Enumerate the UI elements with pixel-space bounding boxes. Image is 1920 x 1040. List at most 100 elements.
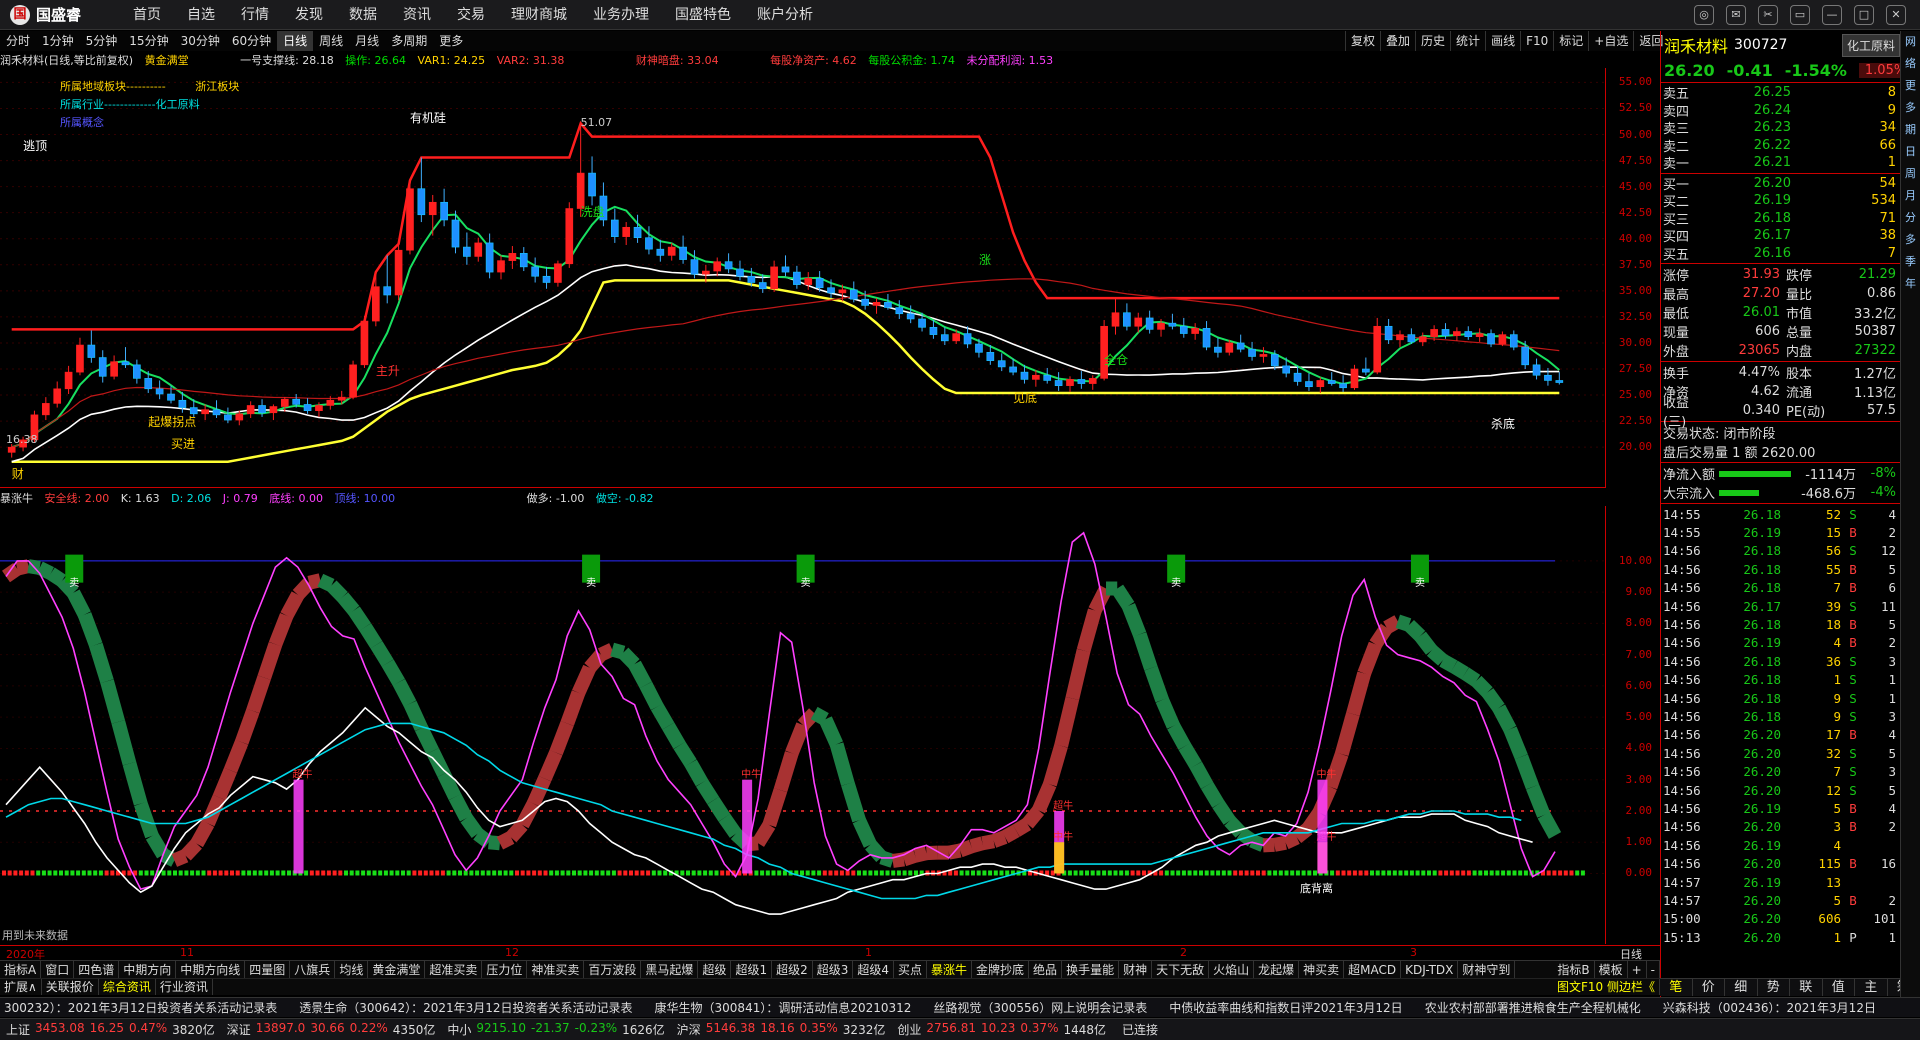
timeframe-4[interactable]: 30分钟 (175, 31, 226, 51)
quote-tab-6[interactable]: 主 (1855, 979, 1888, 996)
indicator-tab-14[interactable]: 超级 (698, 961, 732, 978)
indicator-tab-21[interactable]: 金牌抄底 (972, 961, 1030, 978)
bid-row[interactable]: 买四 26.17 38 (1661, 227, 1900, 245)
indicator-tab-25[interactable]: 天下无敌 (1152, 961, 1210, 978)
side-button-9[interactable]: 多 (1901, 229, 1920, 251)
tool-button-1[interactable]: 叠加 (1380, 31, 1415, 51)
index-quote[interactable]: 深证 13897.0 30.66 0.22% 4350亿 (221, 1021, 442, 1038)
tool-button-2[interactable]: 历史 (1415, 31, 1450, 51)
tool-button-6[interactable]: 标记 (1553, 31, 1588, 51)
info-tab-2[interactable]: 综合资讯 (99, 979, 156, 995)
side-button-11[interactable]: 年 (1901, 273, 1920, 295)
indicator-tab-8[interactable]: 黄金满堂 (368, 961, 426, 978)
screen-icon[interactable]: ▭ (1790, 4, 1810, 25)
side-button-8[interactable]: 分 (1901, 207, 1920, 229)
tools-icon[interactable]: ✂ (1758, 4, 1778, 25)
menu-item-1[interactable]: 自选 (174, 0, 228, 30)
side-button-4[interactable]: 期 (1901, 119, 1920, 141)
indicator-tab-17[interactable]: 超级3 (813, 961, 854, 978)
tab-control-0[interactable]: 指标B (1553, 961, 1595, 978)
tool-button-0[interactable]: 复权 (1345, 31, 1380, 51)
menu-item-8[interactable]: 业务办理 (580, 0, 662, 30)
timeframe-10[interactable]: 更多 (433, 31, 469, 51)
indicator-tab-5[interactable]: 四量图 (245, 961, 291, 978)
indicator-tab-13[interactable]: 黑马起爆 (641, 961, 699, 978)
tab-control-3[interactable]: - (1647, 961, 1660, 978)
index-quote[interactable]: 中小 9215.10 -21.37 -0.23% 1626亿 (441, 1021, 670, 1038)
news-item[interactable]: 300232）：2021年3月12日投资者关系活动记录表 (0, 998, 295, 1017)
indicator-tab-10[interactable]: 压力位 (482, 961, 528, 978)
tool-button-3[interactable]: 统计 (1450, 31, 1485, 51)
ask-row[interactable]: 卖四 26.24 9 (1661, 102, 1900, 120)
info-tab-3[interactable]: 行业资讯 (156, 979, 213, 995)
indicator-tab-11[interactable]: 神准买卖 (527, 961, 585, 978)
timeframe-8[interactable]: 月线 (349, 31, 385, 51)
tool-button-5[interactable]: F10 (1520, 31, 1553, 51)
indicator-tab-15[interactable]: 超级1 (731, 961, 773, 978)
side-button-1[interactable]: 络 (1901, 53, 1920, 75)
news-item[interactable]: 丝路视觉（300556）网上说明会记录表 (929, 998, 1165, 1017)
timeframe-2[interactable]: 5分钟 (80, 31, 124, 51)
index-quote[interactable]: 上证 3453.08 16.25 0.47% 3820亿 (0, 1021, 221, 1038)
indicator-tab-9[interactable]: 超准买卖 (425, 961, 483, 978)
news-item[interactable]: 中债收益率曲线和指数日评2021年3月12日 (1165, 998, 1420, 1017)
bid-row[interactable]: 买三 26.18 71 (1661, 210, 1900, 228)
quote-tab-2[interactable]: 细 (1725, 979, 1758, 996)
indicator-tab-1[interactable]: 窗口 (41, 961, 75, 978)
timeframe-5[interactable]: 60分钟 (226, 31, 277, 51)
side-button-3[interactable]: 多 (1901, 97, 1920, 119)
minimize-icon[interactable]: — (1822, 4, 1842, 25)
side-button-2[interactable]: 更 (1901, 75, 1920, 97)
ask-row[interactable]: 卖二 26.22 66 (1661, 137, 1900, 155)
tab-control-2[interactable]: + (1628, 961, 1647, 978)
quote-tab-4[interactable]: 联 (1790, 979, 1823, 996)
info-tab-0[interactable]: 扩展∧ (0, 979, 42, 995)
side-button-0[interactable]: 网 (1901, 31, 1920, 53)
candlestick-chart[interactable]: 逃顶 有机硅洗盘主升买进 起爆拐点 见底 全仓杀底 涨财 51.07 16.38 (0, 68, 1605, 488)
indicator-tab-27[interactable]: 龙起爆 (1254, 961, 1300, 978)
menu-item-7[interactable]: 理财商城 (498, 0, 580, 30)
ask-row[interactable]: 卖三 26.23 34 (1661, 119, 1900, 137)
quote-tab-1[interactable]: 价 (1693, 979, 1725, 996)
indicator-tab-26[interactable]: 火焰山 (1209, 961, 1255, 978)
timeframe-7[interactable]: 周线 (313, 31, 349, 51)
indicator-tab-29[interactable]: 超MACD (1344, 961, 1402, 978)
side-button-7[interactable]: 月 (1901, 185, 1920, 207)
chat-icon[interactable]: ◎ (1694, 4, 1714, 25)
indicator-tab-23[interactable]: 换手量能 (1062, 961, 1120, 978)
quote-tab-5[interactable]: 值 (1823, 979, 1855, 996)
ask-row[interactable]: 卖五 26.25 8 (1661, 84, 1900, 102)
menu-item-2[interactable]: 行情 (228, 0, 282, 30)
side-button-6[interactable]: 周 (1901, 163, 1920, 185)
indicator-tab-22[interactable]: 绝品 (1029, 961, 1063, 978)
close-icon[interactable]: ✕ (1886, 4, 1906, 25)
industry-button[interactable]: 化工原料 (1841, 33, 1900, 57)
indicator-tab-31[interactable]: 财神守到 (1458, 961, 1516, 978)
side-button-10[interactable]: 季 (1901, 251, 1920, 273)
indicator-chart[interactable]: 卖卖卖卖卖超牛中牛超牛中牛超牛中牛底背离 (0, 506, 1605, 944)
indicator-tab-16[interactable]: 超级2 (772, 961, 813, 978)
menu-item-10[interactable]: 账户分析 (744, 0, 826, 30)
indicator-tab-2[interactable]: 四色谱 (74, 961, 120, 978)
index-quote[interactable]: 沪深 5146.38 18.16 0.35% 3232亿 (671, 1021, 892, 1038)
quote-tab-3[interactable]: 势 (1758, 979, 1790, 996)
menu-item-4[interactable]: 数据 (336, 0, 390, 30)
timeframe-3[interactable]: 15分钟 (123, 31, 174, 51)
indicator-tab-6[interactable]: 八旗兵 (290, 961, 336, 978)
timeframe-6[interactable]: 日线 (277, 31, 314, 51)
indicator-tab-19[interactable]: 买点 (894, 961, 928, 978)
menu-item-9[interactable]: 国盛特色 (662, 0, 744, 30)
ask-row[interactable]: 卖一 26.21 1 (1661, 154, 1900, 172)
indicator-tab-12[interactable]: 百万波段 (584, 961, 642, 978)
news-item[interactable]: 农业农村部部署推进粮食生产全程机械化 (1421, 998, 1659, 1017)
news-item[interactable]: 透景生命（300642）：2021年3月12日投资者关系活动记录表 (295, 998, 650, 1017)
timeframe-0[interactable]: 分时 (0, 31, 36, 51)
indicator-tab-20[interactable]: 暴涨牛 (927, 961, 973, 978)
indicator-tab-30[interactable]: KDJ-TDX (1401, 961, 1459, 978)
mail-icon[interactable]: ✉ (1726, 4, 1746, 25)
tool-button-4[interactable]: 画线 (1485, 31, 1520, 51)
indicator-tab-3[interactable]: 中期方向 (119, 961, 177, 978)
index-quote[interactable]: 创业 2756.81 10.23 0.37% 1448亿 (891, 1021, 1112, 1038)
menu-item-5[interactable]: 资讯 (390, 0, 444, 30)
indicator-tab-7[interactable]: 均线 (335, 961, 369, 978)
